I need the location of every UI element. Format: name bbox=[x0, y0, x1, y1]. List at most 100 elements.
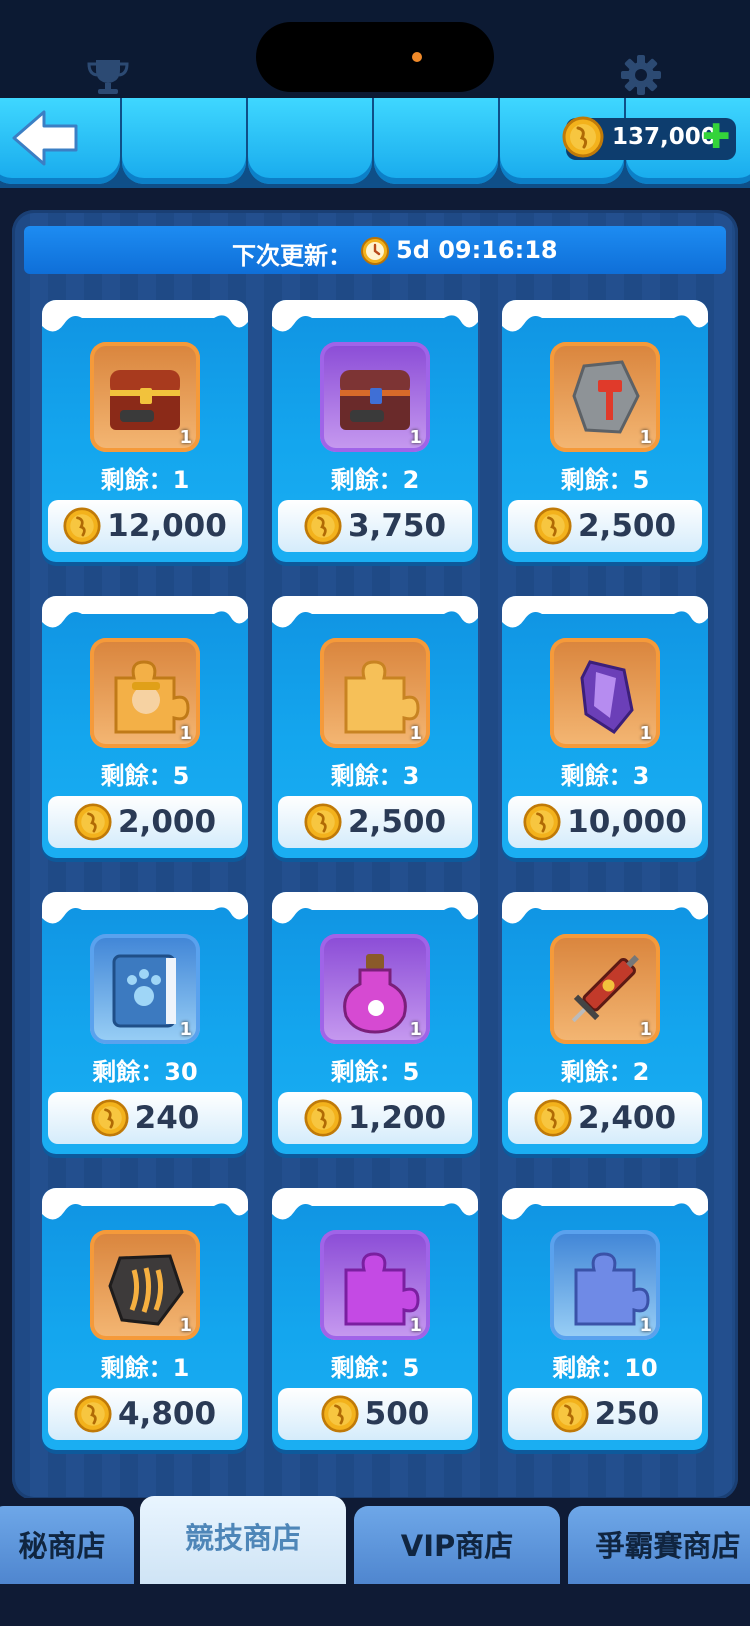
shop-item-card[interactable]: 1 剩餘：5 2,500 bbox=[502, 300, 708, 562]
snow-cap bbox=[42, 892, 248, 924]
shop-item-card[interactable]: 1 剩餘：2 3,750 bbox=[272, 300, 478, 562]
coin-icon bbox=[304, 507, 342, 545]
paw-syringe-icon bbox=[571, 955, 639, 1023]
buy-button[interactable]: 1,200 bbox=[278, 1092, 472, 1144]
refresh-label: 下次更新： bbox=[232, 242, 352, 270]
shop-item-card[interactable]: 1 剩餘：3 2,500 bbox=[272, 596, 478, 858]
item-remaining: 剩餘：1 bbox=[100, 466, 190, 494]
coin-icon bbox=[562, 116, 604, 158]
buy-button[interactable]: 2,500 bbox=[278, 796, 472, 848]
item-price: 240 bbox=[134, 1100, 200, 1136]
item-price: 250 bbox=[594, 1396, 660, 1432]
snow-cap bbox=[502, 1188, 708, 1220]
item-price: 2,500 bbox=[347, 804, 447, 840]
snow-cap bbox=[42, 300, 248, 332]
buy-button[interactable]: 3,750 bbox=[278, 500, 472, 552]
header-tab bbox=[374, 98, 498, 184]
buy-button[interactable]: 10,000 bbox=[508, 796, 702, 848]
coin-icon bbox=[74, 803, 112, 841]
tab-mystery-shop[interactable]: 秘商店 bbox=[0, 1506, 134, 1584]
shop-item-card[interactable]: 1 剩餘：1 12,000 bbox=[42, 300, 248, 562]
shop-item-card[interactable]: 1 剩餘：5 2,000 bbox=[42, 596, 248, 858]
item-icon-frame: 1 bbox=[550, 1230, 660, 1340]
item-price: 500 bbox=[364, 1396, 430, 1432]
item-icon-frame: 1 bbox=[320, 638, 430, 748]
item-remaining: 剩餘：5 bbox=[330, 1058, 420, 1086]
item-price: 3,750 bbox=[347, 508, 447, 544]
snow-cap bbox=[42, 596, 248, 628]
buy-button[interactable]: 2,500 bbox=[508, 500, 702, 552]
treasure-chest-purple-icon bbox=[340, 370, 410, 430]
item-quantity: 1 bbox=[409, 427, 422, 448]
camera-indicator bbox=[412, 52, 422, 62]
item-remaining: 剩餘：3 bbox=[560, 762, 650, 790]
shop-item-card[interactable]: 1 剩餘：5 1,200 bbox=[272, 892, 478, 1154]
header-tab bbox=[122, 98, 246, 184]
tab-championship-shop[interactable]: 爭霸賽商店 bbox=[568, 1506, 750, 1584]
item-icon-frame: 1 bbox=[320, 342, 430, 452]
tab-vip-shop[interactable]: VIP商店 bbox=[354, 1506, 560, 1584]
item-quantity: 1 bbox=[179, 723, 192, 744]
item-price: 2,500 bbox=[577, 508, 677, 544]
buy-button[interactable]: 500 bbox=[278, 1388, 472, 1440]
shop-item-card[interactable]: 1 剩餘：2 2,400 bbox=[502, 892, 708, 1154]
item-remaining: 剩餘：5 bbox=[100, 762, 190, 790]
item-remaining: 剩餘：5 bbox=[560, 466, 650, 494]
coin-icon bbox=[63, 507, 101, 545]
buy-button[interactable]: 12,000 bbox=[48, 500, 242, 552]
trophy-icon[interactable] bbox=[86, 56, 130, 96]
snow-cap bbox=[42, 1188, 248, 1220]
item-price: 1,200 bbox=[347, 1100, 447, 1136]
refresh-countdown: 5d 09:16:18 bbox=[396, 236, 558, 264]
snow-cap bbox=[502, 892, 708, 924]
coin-icon bbox=[534, 1099, 572, 1137]
camera-notch bbox=[256, 22, 494, 92]
tab-arena-shop[interactable]: 競技商店 bbox=[140, 1496, 346, 1584]
snow-cap bbox=[272, 300, 478, 332]
back-arrow-icon[interactable] bbox=[10, 108, 80, 168]
add-coins-button[interactable]: ✚ bbox=[702, 120, 731, 154]
buy-button[interactable]: 2,000 bbox=[48, 796, 242, 848]
buy-button[interactable]: 4,800 bbox=[48, 1388, 242, 1440]
gear-icon[interactable] bbox=[620, 54, 662, 96]
coin-icon bbox=[74, 1395, 112, 1433]
item-quantity: 1 bbox=[639, 1019, 652, 1040]
coin-icon bbox=[91, 1099, 129, 1137]
purple-crystal-icon bbox=[580, 660, 634, 734]
snow-cap bbox=[502, 300, 708, 332]
item-icon-frame: 1 bbox=[90, 934, 200, 1044]
shop-item-card[interactable]: 1 剩餘：3 10,000 bbox=[502, 596, 708, 858]
treasure-chest-gold-icon bbox=[110, 370, 180, 430]
item-icon-frame: 1 bbox=[550, 934, 660, 1044]
snow-cap bbox=[272, 596, 478, 628]
item-quantity: 1 bbox=[179, 427, 192, 448]
buy-button[interactable]: 250 bbox=[508, 1388, 702, 1440]
coin-icon bbox=[534, 507, 572, 545]
item-remaining: 剩餘：3 bbox=[330, 762, 420, 790]
shop-item-card[interactable]: 1 剩餘：5 500 bbox=[272, 1188, 478, 1450]
shop-item-card[interactable]: 1 剩餘：1 4,800 bbox=[42, 1188, 248, 1450]
shop-item-card[interactable]: 1 剩餘：10 250 bbox=[502, 1188, 708, 1450]
coin-icon bbox=[304, 803, 342, 841]
item-price: 12,000 bbox=[107, 508, 227, 544]
gold-puzzle-piece-icon bbox=[344, 660, 420, 734]
item-quantity: 1 bbox=[409, 1315, 422, 1336]
hero-puzzle-piece-icon bbox=[114, 660, 190, 734]
item-quantity: 1 bbox=[639, 1315, 652, 1336]
buy-button[interactable]: 240 bbox=[48, 1092, 242, 1144]
coin-icon bbox=[551, 1395, 589, 1433]
clock-icon bbox=[361, 237, 389, 265]
shop-item-card[interactable]: 1 剩餘：30 240 bbox=[42, 892, 248, 1154]
blue-puzzle-piece-icon bbox=[574, 1252, 650, 1326]
item-quantity: 1 bbox=[639, 723, 652, 744]
buy-button[interactable]: 2,400 bbox=[508, 1092, 702, 1144]
snow-cap bbox=[502, 596, 708, 628]
header-tab bbox=[248, 98, 372, 184]
item-remaining: 剩餘：30 bbox=[92, 1058, 198, 1086]
purple-puzzle-piece-icon bbox=[344, 1252, 420, 1326]
coin-balance[interactable]: 137,000 ✚ bbox=[562, 116, 736, 160]
coin-icon bbox=[321, 1395, 359, 1433]
paw-book-icon bbox=[112, 954, 176, 1028]
item-quantity: 1 bbox=[179, 1019, 192, 1040]
item-quantity: 1 bbox=[639, 427, 652, 448]
